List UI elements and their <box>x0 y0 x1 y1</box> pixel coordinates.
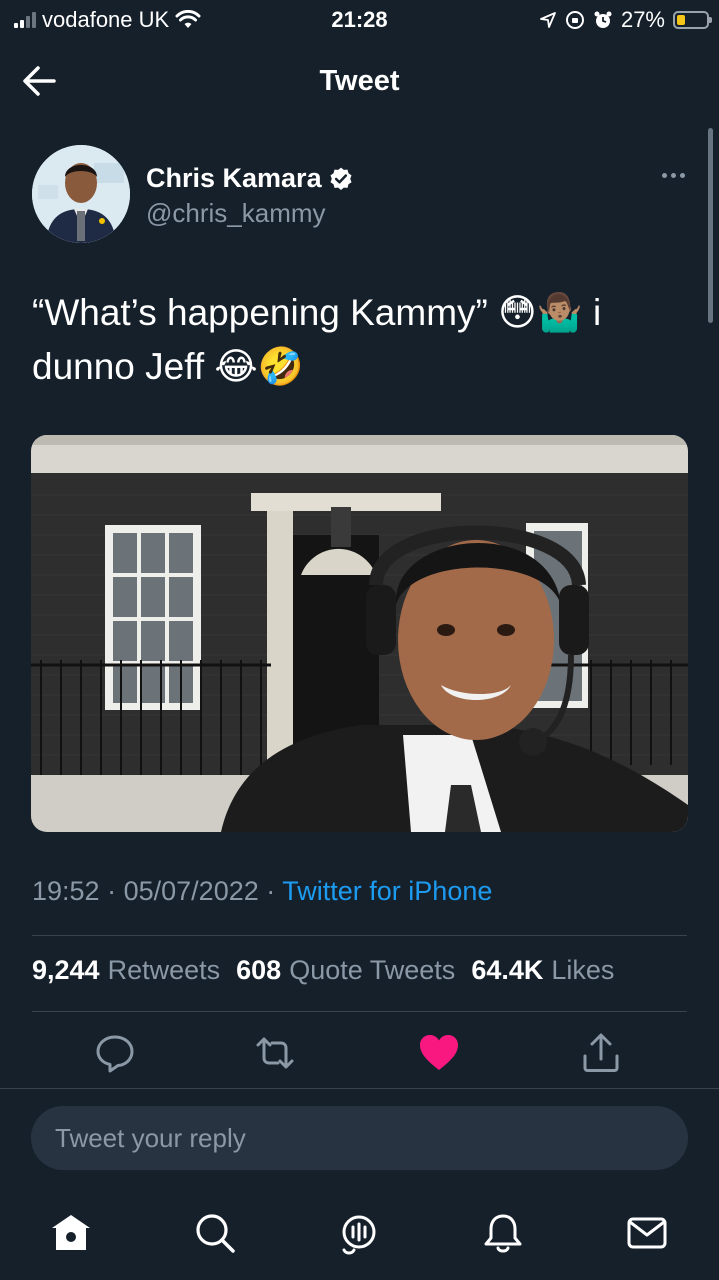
nav-notifications[interactable] <box>480 1210 526 1256</box>
retweets-count: 9,244 <box>32 955 100 985</box>
wifi-icon <box>175 10 201 28</box>
status-left: vodafone UK <box>14 7 201 33</box>
likes-count: 64.4K <box>471 955 544 985</box>
quote-tweets-stat[interactable]: 608 Quote Tweets <box>236 955 455 986</box>
scrollbar[interactable] <box>708 128 713 323</box>
reply-input[interactable] <box>31 1106 688 1170</box>
status-right: 27% <box>539 7 712 33</box>
author-name-row[interactable]: Chris Kamara <box>146 163 354 194</box>
messages-icon <box>627 1217 667 1249</box>
reply-icon <box>96 1035 134 1073</box>
signal-icon <box>14 12 36 28</box>
divider <box>0 1088 719 1089</box>
tweet-date: 05/07/2022 <box>123 876 259 906</box>
tweet-stats: 9,244 Retweets 608 Quote Tweets 64.4K Likes <box>32 955 614 986</box>
retweet-button[interactable] <box>252 1030 298 1076</box>
meta-separator: · <box>266 876 276 906</box>
retweets-label: Retweets <box>107 955 221 985</box>
arrow-left-icon <box>23 66 56 96</box>
author-display-name[interactable]: Chris Kamara <box>146 163 322 194</box>
tweet-text-line-2: dunno Jeff 😂🤣 <box>32 346 304 387</box>
tweet-text: “What’s happening Kammy” 😳🤷🏽‍♂️ i dunno … <box>32 286 692 394</box>
share-button[interactable] <box>578 1030 624 1076</box>
home-icon <box>52 1215 90 1250</box>
battery-percent: 27% <box>620 7 665 32</box>
quote-tweets-label: Quote Tweets <box>289 955 456 985</box>
tweet-text-line-1: “What’s happening Kammy” 😳🤷🏽‍♂️ i <box>32 292 602 333</box>
alarm-icon <box>594 11 612 28</box>
author-names: Chris Kamara @chris_kammy <box>146 163 354 245</box>
more-dot <box>671 173 676 178</box>
nav-home[interactable] <box>48 1210 94 1256</box>
retweet-icon <box>256 1037 294 1069</box>
tweet-time: 19:52 <box>32 876 100 906</box>
tweet-media-image[interactable] <box>31 435 688 832</box>
search-icon <box>196 1214 235 1253</box>
author-handle[interactable]: @chris_kammy <box>146 198 354 229</box>
carrier-label: vodafone UK <box>42 7 170 32</box>
media-illustration <box>31 435 688 832</box>
share-icon <box>583 1033 619 1072</box>
tweet-author: Chris Kamara @chris_kammy <box>32 145 687 245</box>
spaces-icon <box>342 1215 376 1255</box>
tweet-source-link[interactable]: Twitter for iPhone <box>282 876 492 906</box>
bottom-navigation <box>0 1200 719 1270</box>
nav-spaces[interactable] <box>336 1210 382 1256</box>
meta-separator: · <box>107 876 117 906</box>
more-dot <box>662 173 667 178</box>
avatar-image <box>32 145 130 243</box>
likes-stat[interactable]: 64.4K Likes <box>471 955 614 986</box>
page-title: Tweet <box>319 64 400 97</box>
likes-label: Likes <box>551 955 615 985</box>
page-header: Tweet <box>0 50 719 112</box>
more-dot <box>680 173 685 178</box>
battery-icon <box>673 11 712 29</box>
location-icon <box>540 12 556 28</box>
reply-button[interactable] <box>92 1030 138 1076</box>
tweet-actions <box>0 1030 719 1080</box>
back-button[interactable] <box>18 62 60 100</box>
divider <box>32 935 687 936</box>
notifications-icon <box>484 1214 522 1253</box>
nav-search[interactable] <box>192 1210 238 1256</box>
battery-fill <box>677 15 685 25</box>
status-bar: vodafone UK 21:28 27% <box>0 0 719 40</box>
divider <box>32 1011 687 1012</box>
rotation-lock-icon <box>565 11 584 29</box>
retweets-stat[interactable]: 9,244 Retweets <box>32 955 220 986</box>
verified-badge-icon <box>330 167 352 190</box>
like-button[interactable] <box>416 1030 462 1076</box>
quote-tweets-count: 608 <box>236 955 282 985</box>
heart-icon <box>420 1035 458 1070</box>
tweet-timestamp: 19:52 · 05/07/2022 · Twitter for iPhone <box>32 876 492 907</box>
more-options-button[interactable] <box>662 173 685 178</box>
avatar[interactable] <box>32 145 130 243</box>
nav-messages[interactable] <box>624 1210 670 1256</box>
